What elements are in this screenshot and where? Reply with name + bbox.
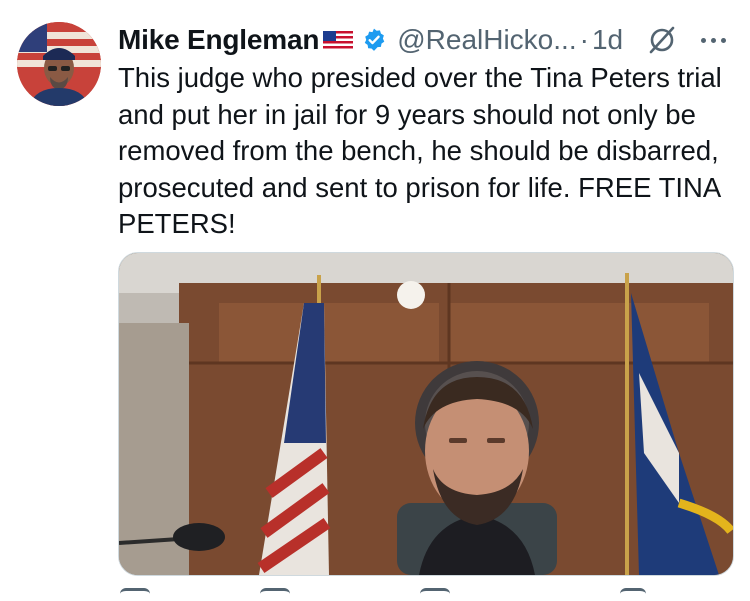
bookmark-icon[interactable] xyxy=(620,588,646,601)
post-header: Mike Engleman @RealHicko... · 1d xyxy=(118,20,730,60)
repost-icon[interactable] xyxy=(260,588,290,601)
like-icon[interactable] xyxy=(420,588,450,601)
author-name[interactable]: Mike Engleman xyxy=(118,24,319,56)
more-icon[interactable] xyxy=(701,37,727,43)
author-handle[interactable]: @RealHicko... xyxy=(397,24,576,56)
reply-icon[interactable] xyxy=(120,588,150,601)
us-flag-emoji xyxy=(323,31,354,51)
post-time[interactable]: 1d xyxy=(592,24,623,56)
post-text: This judge who presided over the Tina Pe… xyxy=(118,62,722,239)
post-actions-bar xyxy=(0,588,750,598)
author-avatar[interactable] xyxy=(17,22,101,106)
separator-dot: · xyxy=(579,24,589,55)
grok-icon[interactable] xyxy=(645,23,679,57)
verified-badge-icon xyxy=(365,28,385,51)
post-image[interactable] xyxy=(118,252,734,576)
